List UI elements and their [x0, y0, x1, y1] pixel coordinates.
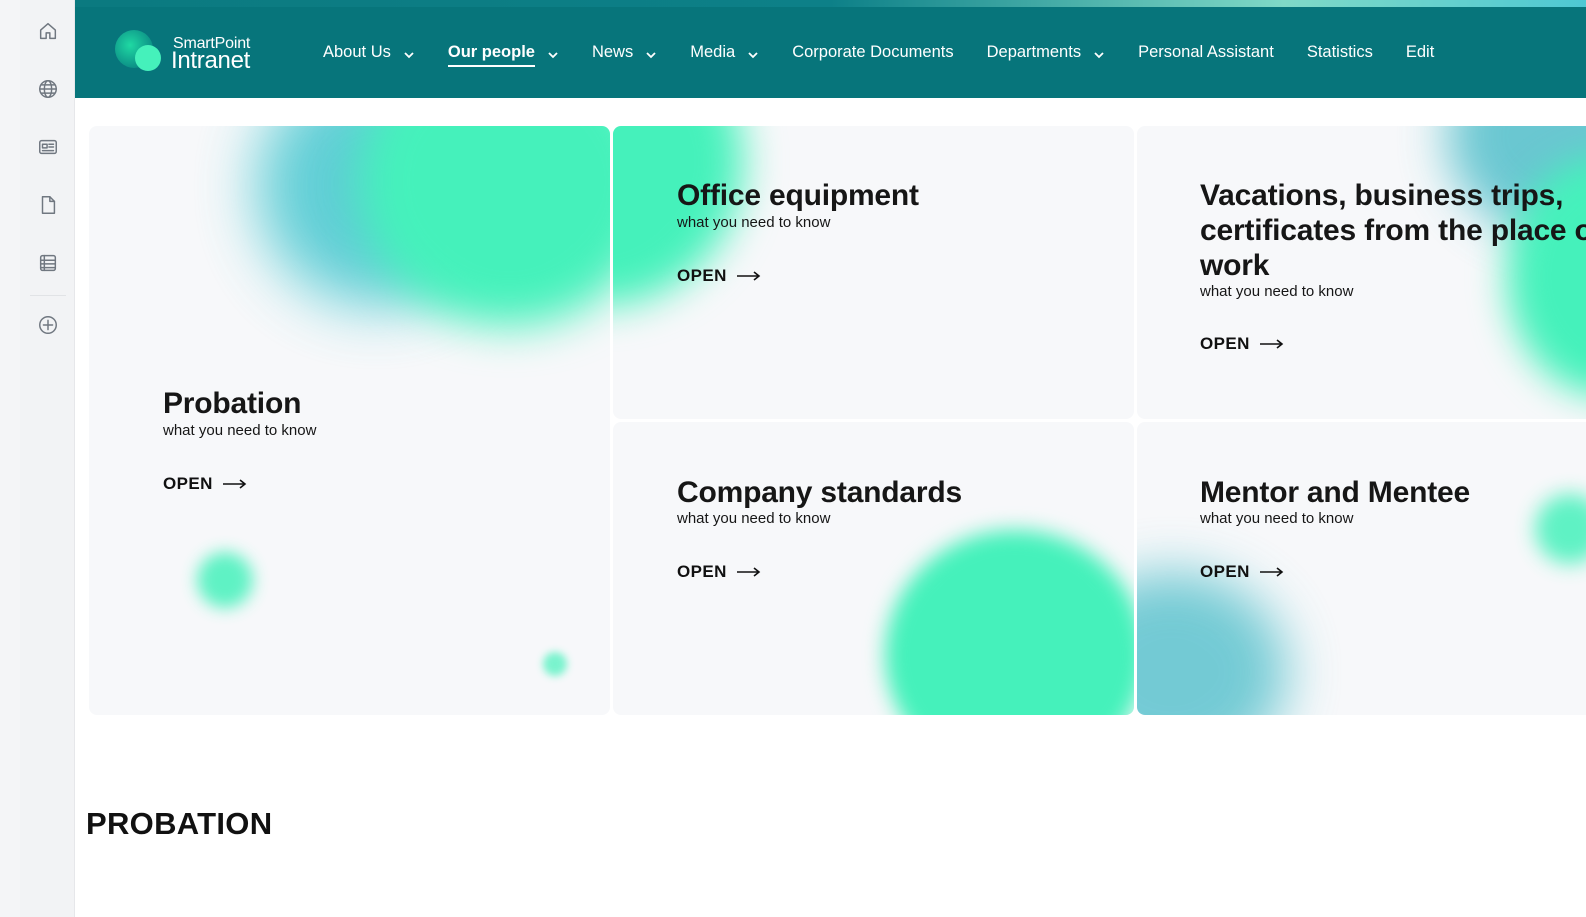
- card-subtitle: what you need to know: [677, 510, 831, 527]
- open-label: OPEN: [1200, 334, 1250, 353]
- nav-label: Departments: [986, 43, 1082, 61]
- nav-label: Personal Assistant: [1138, 43, 1274, 61]
- decor-blob: [197, 552, 253, 608]
- nav-label: Corporate Documents: [792, 43, 954, 61]
- chevron-down-icon: [747, 47, 759, 59]
- nav-label: News: [591, 43, 634, 61]
- card-company-standards[interactable]: Company standards what you need to know …: [613, 422, 1134, 715]
- card-title: Probation: [163, 387, 302, 420]
- card-title: Company standards: [677, 476, 962, 509]
- card-subtitle: what you need to know: [677, 214, 831, 231]
- decor-blob: [1137, 572, 1287, 715]
- nav-departments[interactable]: Departments: [987, 43, 1105, 62]
- card-title: Mentor and Mentee: [1200, 476, 1470, 509]
- decor-blob: [885, 530, 1134, 715]
- chevron-down-icon: [547, 47, 559, 59]
- chevron-down-icon: [645, 47, 657, 59]
- document-icon: [37, 194, 59, 221]
- nav-label: Statistics: [1306, 43, 1373, 61]
- open-link[interactable]: OPEN: [1200, 334, 1284, 354]
- table-icon: [37, 252, 59, 279]
- nav-news[interactable]: News: [592, 43, 657, 62]
- card-mentor-mentee[interactable]: Mentor and Mentee what you need to know …: [1137, 422, 1586, 715]
- chevron-down-icon: [403, 47, 415, 59]
- topbar-accent-strip: [75, 0, 1586, 7]
- card-probation[interactable]: Probation what you need to know OPEN: [89, 126, 610, 715]
- nav-label: About Us: [323, 43, 391, 61]
- nav-label: Edit: [1405, 43, 1435, 61]
- card-subtitle: what you need to know: [1200, 283, 1354, 300]
- card-title: Office equipment: [677, 179, 919, 212]
- logo-mark-icon: [115, 30, 161, 71]
- nav-label: Our people: [447, 43, 535, 67]
- site-logo[interactable]: SmartPoint Intranet: [113, 27, 263, 77]
- nav-corporate-documents[interactable]: Corporate Documents: [792, 43, 953, 62]
- rail-globe-button[interactable]: [20, 71, 75, 111]
- chevron-down-icon: [1093, 47, 1105, 59]
- card-subtitle: what you need to know: [1200, 510, 1354, 527]
- nav-label: Media: [690, 43, 736, 61]
- arrow-right-icon: [222, 479, 247, 489]
- open-label: OPEN: [677, 266, 727, 285]
- nav-our-people[interactable]: Our people: [447, 38, 559, 67]
- add-circle-icon: [37, 314, 59, 341]
- rail-add-button[interactable]: [20, 307, 75, 347]
- rail-news-button[interactable]: [20, 129, 75, 169]
- card-office-equipment[interactable]: Office equipment what you need to know O…: [613, 126, 1134, 419]
- arrow-right-icon: [736, 271, 761, 281]
- arrow-right-icon: [1259, 339, 1284, 349]
- open-link[interactable]: OPEN: [677, 562, 761, 582]
- main-nav: About Us Our people News Media Corporate…: [323, 7, 1467, 98]
- nav-personal-assistant[interactable]: Personal Assistant: [1138, 43, 1274, 62]
- open-link[interactable]: OPEN: [677, 266, 761, 286]
- left-rail: [20, 0, 75, 917]
- decor-blob: [543, 652, 567, 676]
- card-vacations[interactable]: Vacations, business trips, certificates …: [1137, 126, 1586, 419]
- section-heading: PROBATION: [86, 806, 273, 841]
- nav-edit[interactable]: Edit: [1406, 43, 1434, 62]
- rail-table-button[interactable]: [20, 245, 75, 285]
- open-label: OPEN: [677, 562, 727, 581]
- open-link[interactable]: OPEN: [1200, 562, 1284, 582]
- rail-backdrop: [0, 0, 20, 917]
- news-icon: [37, 136, 59, 163]
- arrow-right-icon: [1259, 567, 1284, 577]
- arrow-right-icon: [736, 567, 761, 577]
- nav-media[interactable]: Media: [690, 43, 759, 62]
- nav-about-us[interactable]: About Us: [323, 43, 415, 62]
- rail-divider: [30, 295, 66, 296]
- rail-home-button[interactable]: [20, 13, 75, 53]
- open-label: OPEN: [1200, 562, 1250, 581]
- decor-blob: [1535, 494, 1586, 564]
- globe-icon: [37, 78, 59, 105]
- home-icon: [37, 20, 59, 47]
- open-link[interactable]: OPEN: [163, 474, 247, 494]
- card-subtitle: what you need to know: [163, 422, 317, 439]
- card-title: Vacations, business trips, certificates …: [1200, 179, 1586, 282]
- open-label: OPEN: [163, 474, 213, 493]
- rail-document-button[interactable]: [20, 187, 75, 227]
- logo-text-bottom: Intranet: [171, 47, 250, 74]
- nav-statistics[interactable]: Statistics: [1307, 43, 1373, 62]
- top-navigation-bar: SmartPoint Intranet About Us Our people …: [75, 7, 1586, 98]
